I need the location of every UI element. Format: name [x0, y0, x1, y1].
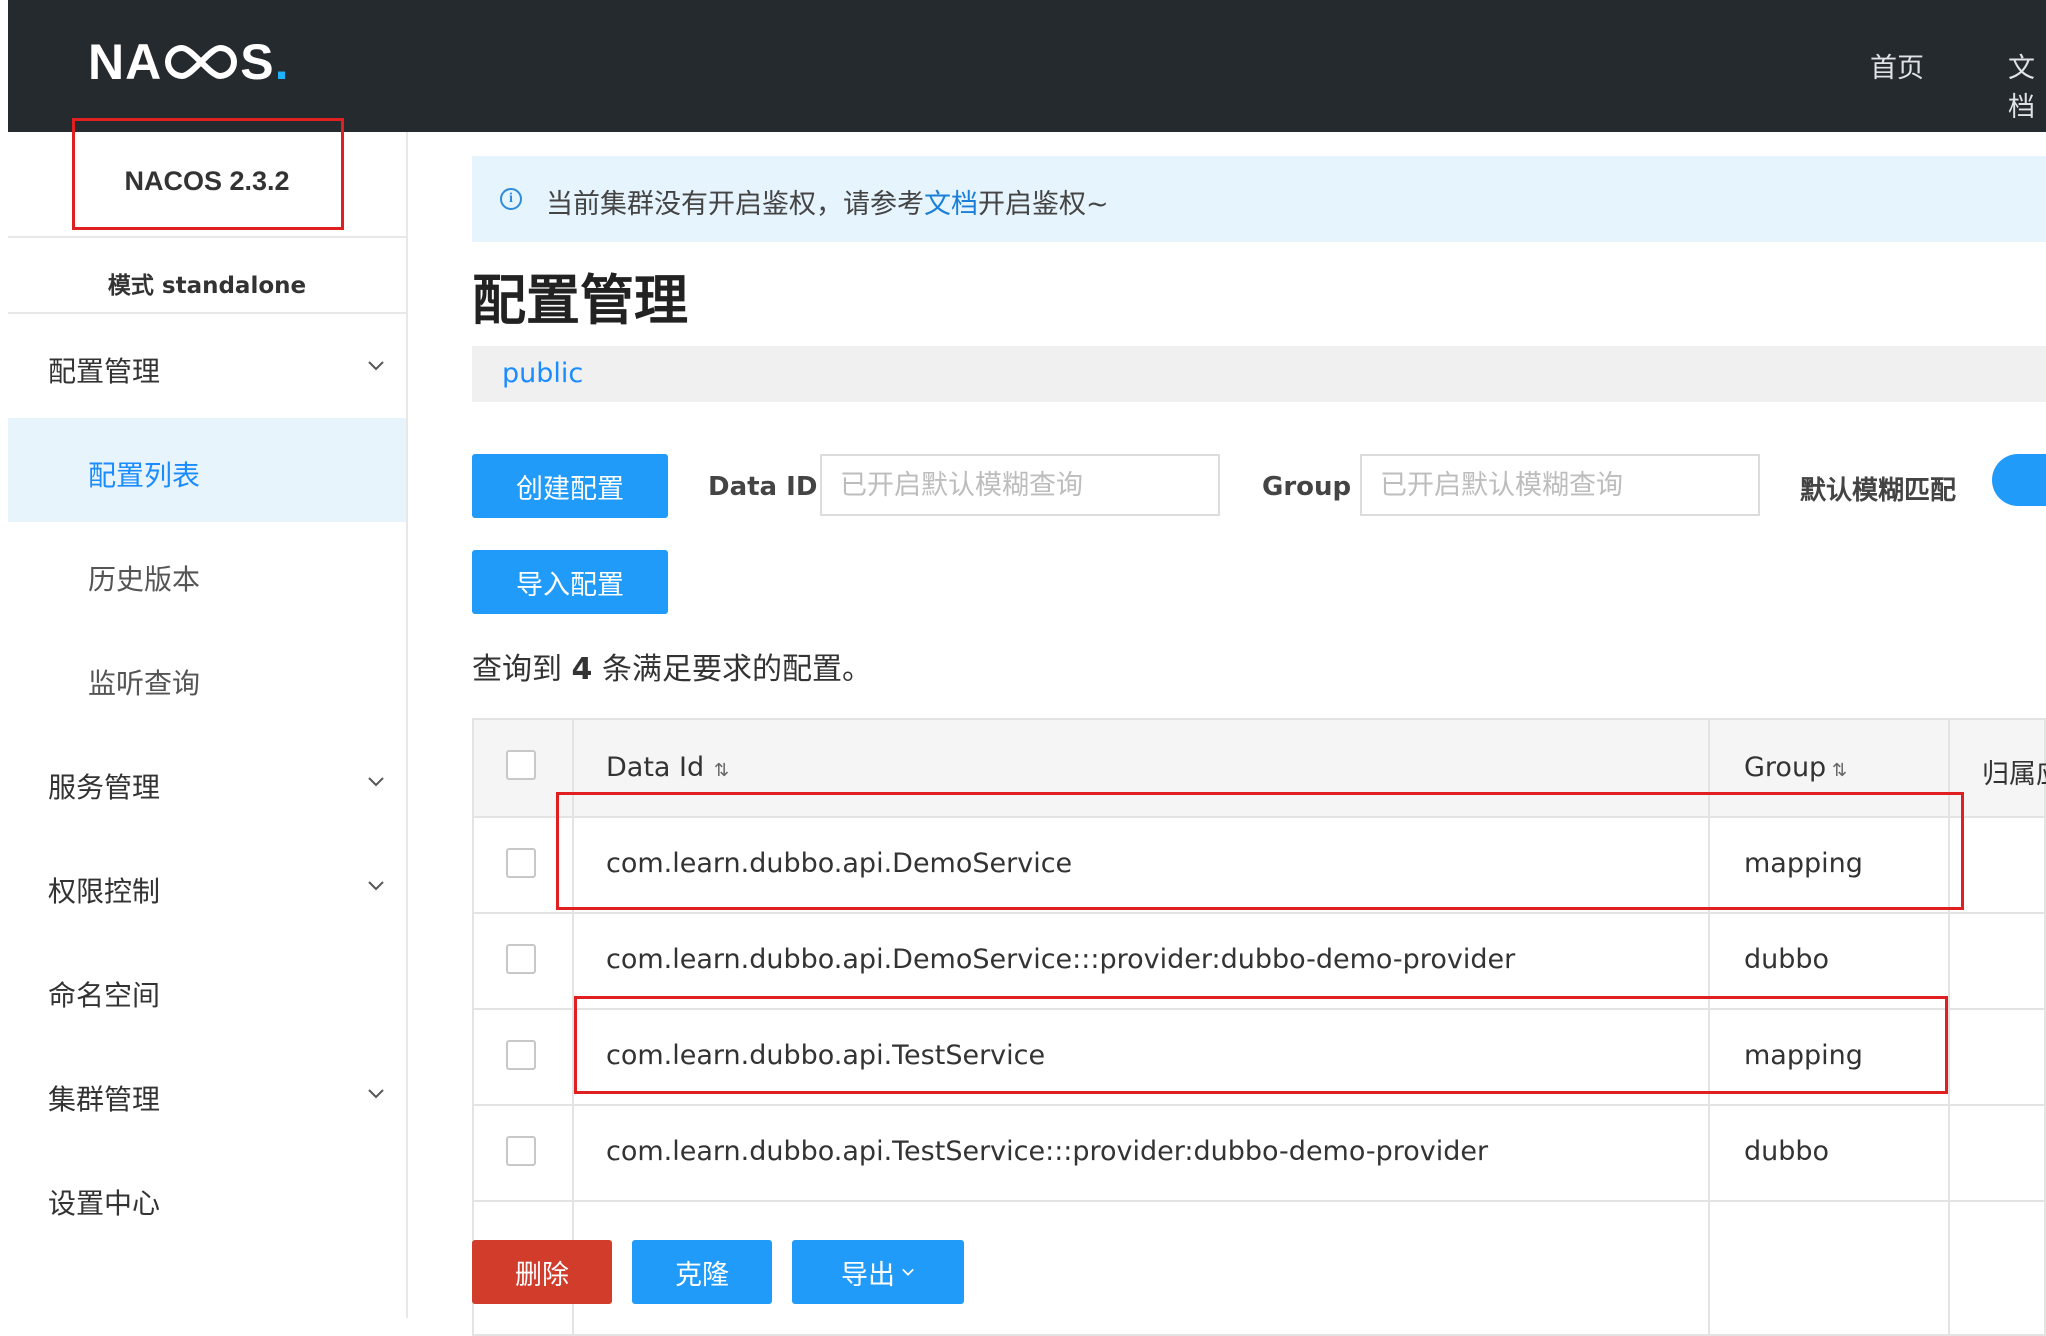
header-group[interactable]: Group [1744, 752, 1826, 783]
sidebar-item-history[interactable]: 历史版本 [8, 522, 406, 626]
sidebar-item-service-management[interactable]: 服务管理 [8, 730, 406, 834]
chevron-down-icon [902, 1268, 914, 1276]
table-row[interactable]: com.learn.dubbo.api.TestService:::provid… [474, 1104, 2044, 1202]
sidebar-item-namespace[interactable]: 命名空间 [8, 938, 406, 1042]
logo-dot: . [274, 34, 289, 90]
group-search-input[interactable] [1360, 454, 1760, 516]
create-config-button[interactable]: 创建配置 [472, 454, 668, 518]
logo-text-left: NA [88, 34, 163, 90]
dataid-search-input[interactable] [820, 454, 1220, 516]
sidebar-item-label: 命名空间 [48, 979, 161, 1012]
export-label: 导出 [841, 1259, 895, 1291]
sidebar-item-label: 设置中心 [48, 1187, 161, 1220]
highlight-box-row-3 [574, 996, 1948, 1094]
row-checkbox[interactable] [506, 1136, 536, 1166]
sidebar-item-access-control[interactable]: 权限控制 [8, 834, 406, 938]
sidebar-item-label: 集群管理 [48, 1083, 161, 1116]
logo-infinity-icon [165, 44, 238, 80]
mode-block: 模式 standalone [8, 238, 406, 314]
row-checkbox[interactable] [506, 944, 536, 974]
header-tenant: 归属应用 [1982, 759, 2046, 790]
sidebar-item-config-management[interactable]: 配置管理 [8, 314, 406, 418]
result-count: 4 [571, 652, 593, 687]
sort-icon[interactable]: ⇅ [1832, 760, 1847, 781]
main-content: i 当前集群没有开启鉴权，请参考文档开启鉴权~ 配置管理 public 创建配置… [472, 132, 2046, 1336]
import-config-button[interactable]: 导入配置 [472, 550, 668, 614]
select-all-checkbox[interactable] [506, 750, 536, 780]
mode-label: 模式 standalone [107, 273, 307, 299]
top-navbar: NA S. 首页 文档 [8, 0, 2046, 132]
nacos-logo[interactable]: NA S. [88, 34, 289, 90]
chevron-down-icon [368, 881, 384, 891]
sidebar-item-settings[interactable]: 设置中心 [8, 1146, 406, 1250]
namespace-public[interactable]: public [502, 358, 583, 389]
row-group: dubbo [1744, 944, 1830, 975]
row-dataid: com.learn.dubbo.api.DemoService:::provid… [606, 944, 1516, 975]
result-prefix: 查询到 [472, 652, 562, 687]
sidebar-item-label: 配置管理 [48, 355, 161, 388]
sort-icon[interactable]: ⇅ [714, 760, 729, 781]
sidebar-item-config-list[interactable]: 配置列表 [8, 418, 406, 522]
sidebar-item-listener-query[interactable]: 监听查询 [8, 626, 406, 730]
delete-button[interactable]: 删除 [472, 1240, 612, 1304]
highlight-box-row-1 [556, 792, 1964, 910]
clone-button[interactable]: 克隆 [632, 1240, 772, 1304]
export-button[interactable]: 导出 [792, 1240, 964, 1304]
sidebar-item-label: 历史版本 [88, 563, 201, 596]
row-checkbox[interactable] [506, 848, 536, 878]
sidebar-item-cluster-management[interactable]: 集群管理 [8, 1042, 406, 1146]
info-icon: i [500, 188, 522, 210]
fuzzy-match-label: 默认模糊匹配 [1800, 476, 1957, 506]
topnav-home[interactable]: 首页 [1870, 46, 1924, 85]
fuzzy-match-toggle[interactable] [1992, 454, 2046, 506]
notice-suffix: 开启鉴权~ [978, 189, 1109, 220]
group-label: Group [1262, 472, 1352, 502]
notice-prefix: 当前集群没有开启鉴权，请参考 [546, 189, 924, 220]
notice-docs-link[interactable]: 文档 [924, 189, 978, 220]
chevron-down-icon [368, 777, 384, 787]
topnav-docs[interactable]: 文档 [2008, 46, 2046, 124]
header-dataid[interactable]: Data Id [606, 752, 704, 783]
highlight-box-version [72, 118, 344, 230]
row-dataid: com.learn.dubbo.api.TestService:::provid… [606, 1136, 1489, 1167]
chevron-down-icon [368, 1089, 384, 1099]
sidebar-item-label: 服务管理 [48, 771, 161, 804]
dataid-label: Data ID [708, 472, 818, 502]
sidebar-item-label: 配置列表 [88, 459, 201, 492]
logo-text-right: S [240, 34, 275, 90]
row-checkbox[interactable] [506, 1040, 536, 1070]
notice-message: 当前集群没有开启鉴权，请参考文档开启鉴权~ [546, 182, 1109, 221]
row-group: dubbo [1744, 1136, 1830, 1167]
auth-notice: i 当前集群没有开启鉴权，请参考文档开启鉴权~ [472, 156, 2046, 242]
result-summary: 查询到 4 条满足要求的配置。 [472, 644, 872, 688]
sidebar-item-label: 权限控制 [48, 875, 161, 908]
chevron-down-icon [368, 361, 384, 371]
sidebar-item-label: 监听查询 [88, 667, 201, 700]
page-title: 配置管理 [472, 269, 688, 332]
result-suffix: 条满足要求的配置。 [601, 652, 872, 687]
namespace-bar: public [472, 346, 2046, 402]
sidebar: NACOS 2.3.2 模式 standalone 配置管理 配置列表 历史版本… [8, 132, 408, 1318]
